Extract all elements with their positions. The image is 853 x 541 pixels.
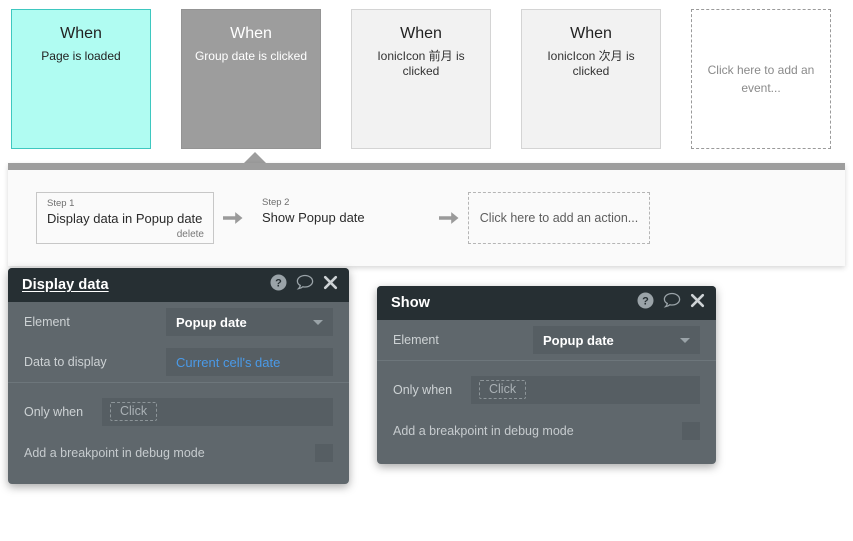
breakpoint-row: Add a breakpoint in debug mode	[8, 434, 349, 472]
event-description: IonicIcon 前月 is clicked	[377, 49, 465, 78]
event-card-page-is-loaded[interactable]: When Page is loaded	[11, 9, 151, 149]
svg-text:?: ?	[275, 278, 282, 290]
breakpoint-checkbox[interactable]	[682, 422, 700, 440]
dialog-body: Element Popup date Only when Click Add a…	[377, 320, 716, 450]
only-when-label: Only when	[393, 382, 453, 397]
element-label: Element	[393, 333, 439, 347]
event-card-group-date-is-clicked[interactable]: When Group date is clicked	[181, 9, 321, 149]
dialog-header: Display data ?	[8, 268, 349, 302]
add-event-label: Click here to add an event...	[707, 63, 815, 95]
event-card-ionicicon-prev-month-clicked[interactable]: When IonicIcon 前月 is clicked	[351, 9, 491, 149]
only-when-input[interactable]: Click	[102, 397, 333, 426]
event-when-label: When	[570, 25, 612, 42]
only-when-row: Only when Click	[377, 361, 716, 412]
event-description: IonicIcon 次月 is clicked	[547, 49, 635, 78]
dialog-title: Display data	[22, 277, 109, 293]
event-description: Group date is clicked	[194, 49, 308, 63]
only-when-input[interactable]: Click	[471, 375, 700, 404]
step-title: Display data in Popup date	[47, 211, 203, 226]
dialog-body: Element Popup date Data to display Curre…	[8, 302, 349, 472]
comment-icon[interactable]	[663, 292, 681, 314]
element-label: Element	[24, 315, 70, 329]
dialog-header-icons: ?	[270, 274, 338, 296]
only-when-placeholder-chip: Click	[110, 402, 158, 421]
data-to-display-field[interactable]: Current cell's date	[166, 348, 333, 376]
breakpoint-checkbox[interactable]	[315, 444, 333, 462]
breakpoint-label: Add a breakpoint in debug mode	[24, 446, 205, 460]
add-event-card[interactable]: Click here to add an event...	[691, 9, 831, 149]
data-to-display-label: Data to display	[24, 355, 107, 369]
event-when-label: When	[400, 25, 442, 42]
element-row: Element Popup date	[8, 302, 349, 342]
step-title: Show Popup date	[262, 210, 365, 225]
breakpoint-label: Add a breakpoint in debug mode	[393, 424, 574, 438]
workflow-editor-canvas: When Page is loaded When Group date is c…	[0, 0, 853, 541]
dialog-header: Show ?	[377, 286, 716, 320]
dialog-header-icons: ?	[637, 292, 705, 314]
events-row: When Page is loaded When Group date is c…	[0, 0, 853, 160]
chevron-down-icon	[313, 319, 323, 325]
step-number: Step 1	[47, 198, 75, 209]
element-dropdown-value: Popup date	[176, 314, 247, 330]
step-arrow-icon	[214, 209, 252, 227]
chevron-down-icon	[680, 337, 690, 343]
display-data-property-dialog: Display data ? Element Popup date Data t…	[8, 268, 349, 484]
actions-panel-pointer	[244, 152, 266, 163]
event-card-ionicicon-next-month-clicked[interactable]: When IonicIcon 次月 is clicked	[521, 9, 661, 149]
element-dropdown-value: Popup date	[543, 332, 614, 348]
close-icon[interactable]	[690, 293, 705, 313]
actions-panel: Step 1 Display data in Popup date delete…	[8, 163, 845, 266]
data-to-display-row: Data to display Current cell's date	[8, 342, 349, 382]
breakpoint-row: Add a breakpoint in debug mode	[377, 412, 716, 450]
action-step-2[interactable]: Step 2 Show Popup date	[252, 192, 430, 244]
event-when-label: When	[230, 25, 272, 42]
data-to-display-value: Current cell's date	[176, 354, 281, 370]
action-step-1[interactable]: Step 1 Display data in Popup date delete	[36, 192, 214, 244]
step-number: Step 2	[262, 197, 290, 208]
close-icon[interactable]	[323, 275, 338, 295]
step-arrow-icon	[430, 209, 468, 227]
element-dropdown[interactable]: Popup date	[533, 326, 700, 354]
help-icon[interactable]: ?	[637, 292, 654, 314]
step-delete-link[interactable]: delete	[177, 229, 204, 240]
dialog-title: Show	[391, 295, 431, 311]
only-when-placeholder-chip: Click	[479, 380, 527, 399]
show-property-dialog: Show ? Element Popup date Only when Clic…	[377, 286, 716, 464]
add-action-box[interactable]: Click here to add an action...	[468, 192, 650, 244]
add-action-label: Click here to add an action...	[479, 211, 639, 225]
help-icon[interactable]: ?	[270, 274, 287, 296]
element-row: Element Popup date	[377, 320, 716, 360]
event-when-label: When	[60, 25, 102, 42]
comment-icon[interactable]	[296, 274, 314, 296]
actions-steps-strip: Step 1 Display data in Popup date delete…	[8, 170, 845, 266]
actions-panel-topbar	[8, 163, 845, 170]
event-description: Page is loaded	[41, 49, 121, 63]
only-when-row: Only when Click	[8, 383, 349, 434]
svg-text:?: ?	[642, 296, 649, 308]
element-dropdown[interactable]: Popup date	[166, 308, 333, 336]
only-when-label: Only when	[24, 404, 84, 419]
